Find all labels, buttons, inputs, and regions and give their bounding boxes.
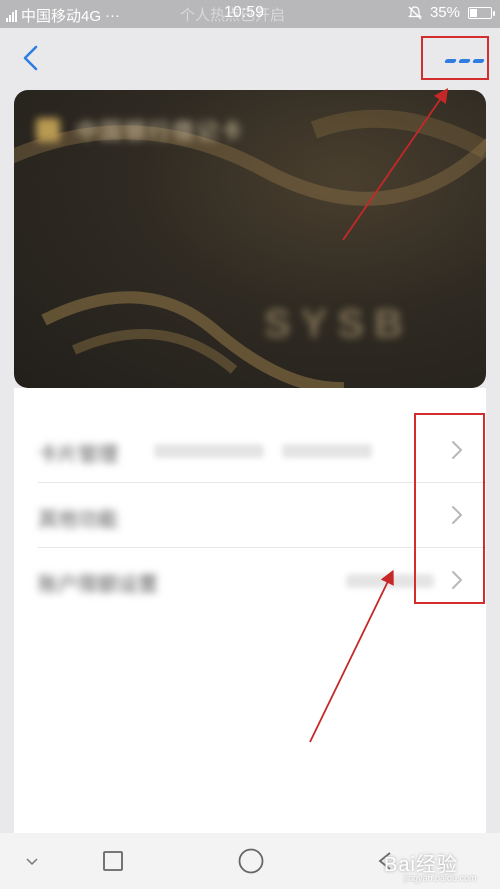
- back-button[interactable]: [18, 42, 48, 74]
- battery-percent: 35%: [429, 4, 460, 21]
- watermark-subtext: jingyan.baidu.com: [404, 873, 477, 883]
- chevron-left-icon: [23, 45, 38, 71]
- chevron-down-icon[interactable]: [24, 855, 40, 867]
- status-time: 10:59: [224, 4, 265, 21]
- status-bar: 中国移动4G ··· 个人热点已开启 10:59 35%: [0, 0, 500, 28]
- status-right: 35%: [407, 4, 495, 21]
- detail-row-label: 账户限额设置: [38, 574, 158, 596]
- detail-row-value-placeholder: [154, 444, 264, 458]
- home-icon[interactable]: [237, 847, 265, 875]
- card-content: 中国银行借记卡 SYSB: [14, 90, 486, 388]
- annotation-highlight-box: [414, 413, 485, 604]
- status-left: 中国移动4G ···: [6, 5, 120, 26]
- battery-icon: [468, 6, 495, 19]
- detail-row-value-placeholder: [282, 444, 372, 458]
- recent-apps-icon[interactable]: [102, 850, 124, 872]
- status-extra: ···: [105, 7, 121, 24]
- carrier-label: 中国移动4G: [21, 8, 102, 25]
- bell-off-icon: [407, 5, 422, 19]
- signal-icon: [6, 9, 17, 22]
- top-nav-bar: [0, 28, 500, 88]
- more-button[interactable]: [421, 36, 489, 80]
- bank-logo: [36, 118, 60, 142]
- detail-row-label: 卡片管理: [38, 444, 118, 466]
- bank-card[interactable]: 中国银行借记卡 SYSB: [14, 90, 486, 388]
- card-brand: SYSB: [264, 302, 413, 346]
- detail-row-label: 其他功能: [38, 509, 118, 531]
- card-name: 中国银行借记卡: [76, 119, 245, 144]
